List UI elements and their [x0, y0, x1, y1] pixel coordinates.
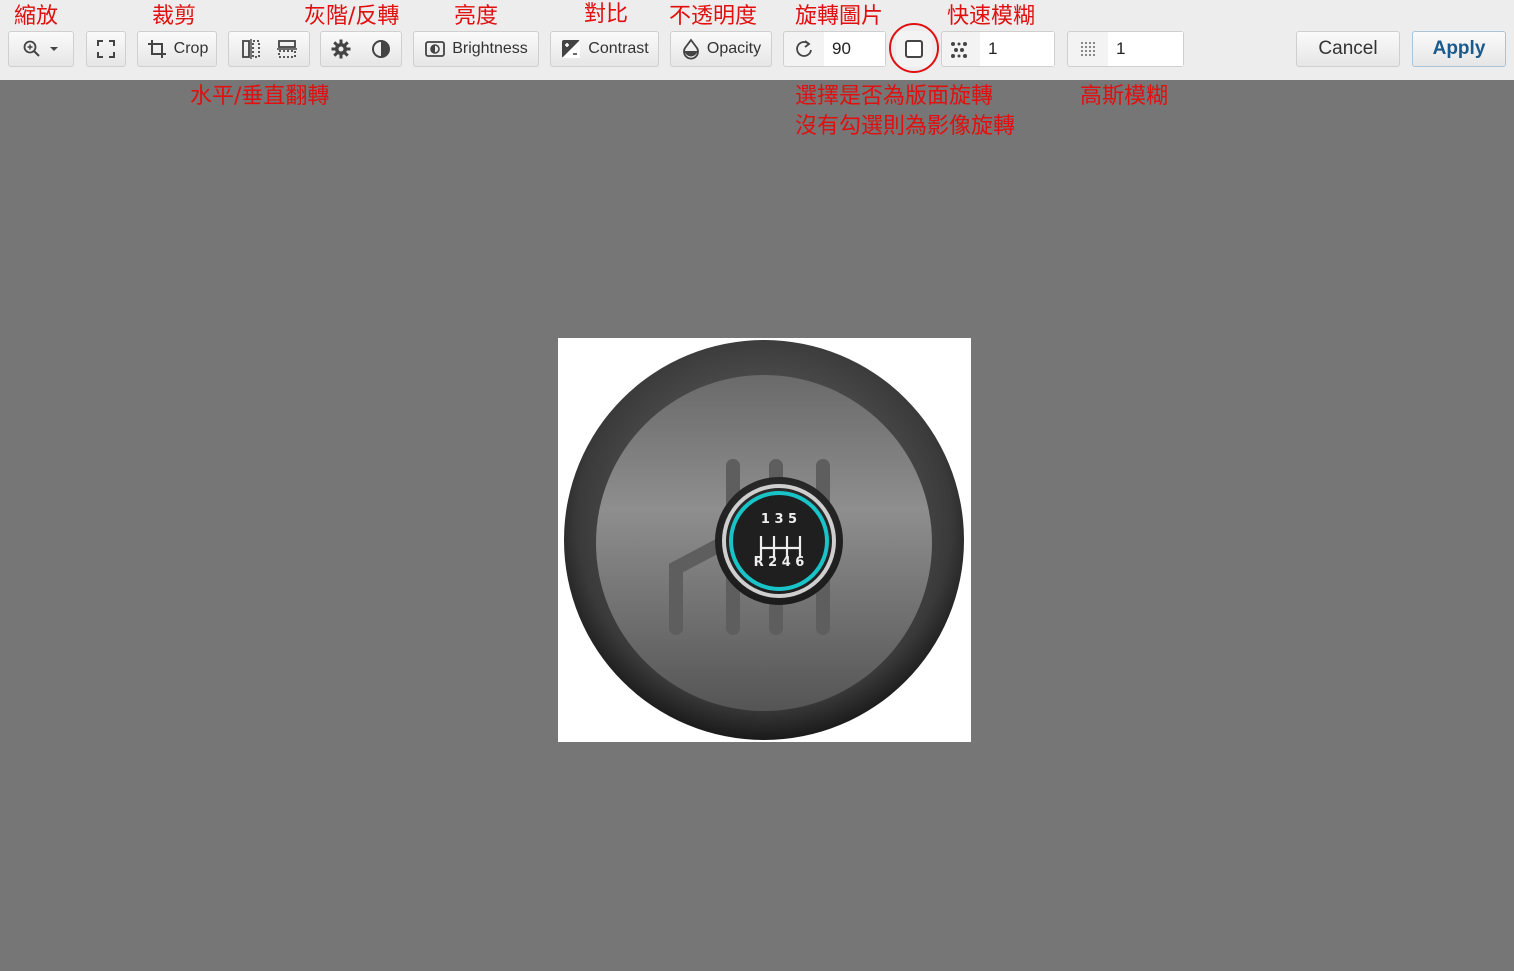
rotate-angle-input[interactable]: 90	[824, 32, 885, 66]
annotation-gaussian-blur: 高斯模糊	[1080, 84, 1169, 109]
grayscale-invert-group	[320, 31, 402, 67]
apply-button[interactable]: Apply	[1412, 31, 1506, 67]
fullscreen-icon	[95, 38, 117, 60]
crop-button[interactable]: Crop	[137, 31, 217, 67]
shifter-bottom-label: R 2 4 6	[754, 555, 805, 570]
grayscale-gear-icon[interactable]	[330, 38, 352, 60]
contrast-label: Contrast	[588, 40, 649, 57]
flip-button-group	[228, 31, 310, 67]
annotation-rotate-note-2: 沒有勾選則為影像旋轉	[795, 114, 1016, 139]
gaussian-blur-field: 1	[1067, 31, 1184, 67]
annotation-gray-invert: 灰階/反轉	[304, 4, 400, 29]
rotate-field: 90	[783, 31, 886, 67]
brightness-label: Brightness	[452, 40, 528, 57]
opacity-label: Opacity	[706, 40, 762, 57]
brightness-button[interactable]: Brightness	[413, 31, 539, 67]
contrast-button[interactable]: Contrast	[550, 31, 659, 67]
annotation-brightness: 亮度	[454, 4, 499, 29]
shifter-top-label: 1 3 5	[761, 512, 797, 527]
annotation-fast-blur: 快速模糊	[947, 4, 1036, 29]
crop-label: Crop	[173, 40, 209, 57]
invert-icon[interactable]	[370, 38, 392, 60]
contrast-icon	[560, 38, 582, 60]
annotation-rotate-note-1: 選擇是否為版面旋轉	[795, 84, 994, 109]
cancel-button[interactable]: Cancel	[1296, 31, 1400, 67]
gaussian-blur-icon	[1078, 39, 1100, 61]
opacity-button[interactable]: Opacity	[670, 31, 772, 67]
annotation-contrast: 對比	[584, 2, 629, 27]
zoom-in-icon	[22, 39, 42, 59]
annotation-zoom: 縮放	[14, 4, 59, 29]
fit-screen-button[interactable]	[86, 31, 126, 67]
flip-vertical-icon[interactable]	[276, 38, 298, 60]
checkbox-highlight-circle	[889, 23, 939, 73]
brightness-icon	[424, 39, 446, 59]
gaussian-blur-input[interactable]: 1	[1108, 32, 1183, 66]
flip-horizontal-icon[interactable]	[240, 38, 262, 60]
annotation-crop: 裁剪	[152, 4, 197, 29]
caret-down-icon	[48, 45, 60, 53]
edited-image: 1 3 5 R 2 4 6	[558, 338, 971, 742]
fast-blur-icon	[948, 39, 970, 61]
annotation-rotate: 旋轉圖片	[795, 4, 884, 29]
fast-blur-field: 1	[941, 31, 1055, 67]
fast-blur-input[interactable]: 1	[980, 32, 1054, 66]
crop-icon	[146, 38, 168, 60]
annotation-opacity: 不透明度	[669, 4, 758, 29]
drop-icon	[681, 38, 701, 60]
zoom-dropdown[interactable]	[8, 31, 74, 67]
rotate-icon	[793, 38, 815, 60]
annotation-flip: 水平/垂直翻轉	[190, 84, 330, 109]
